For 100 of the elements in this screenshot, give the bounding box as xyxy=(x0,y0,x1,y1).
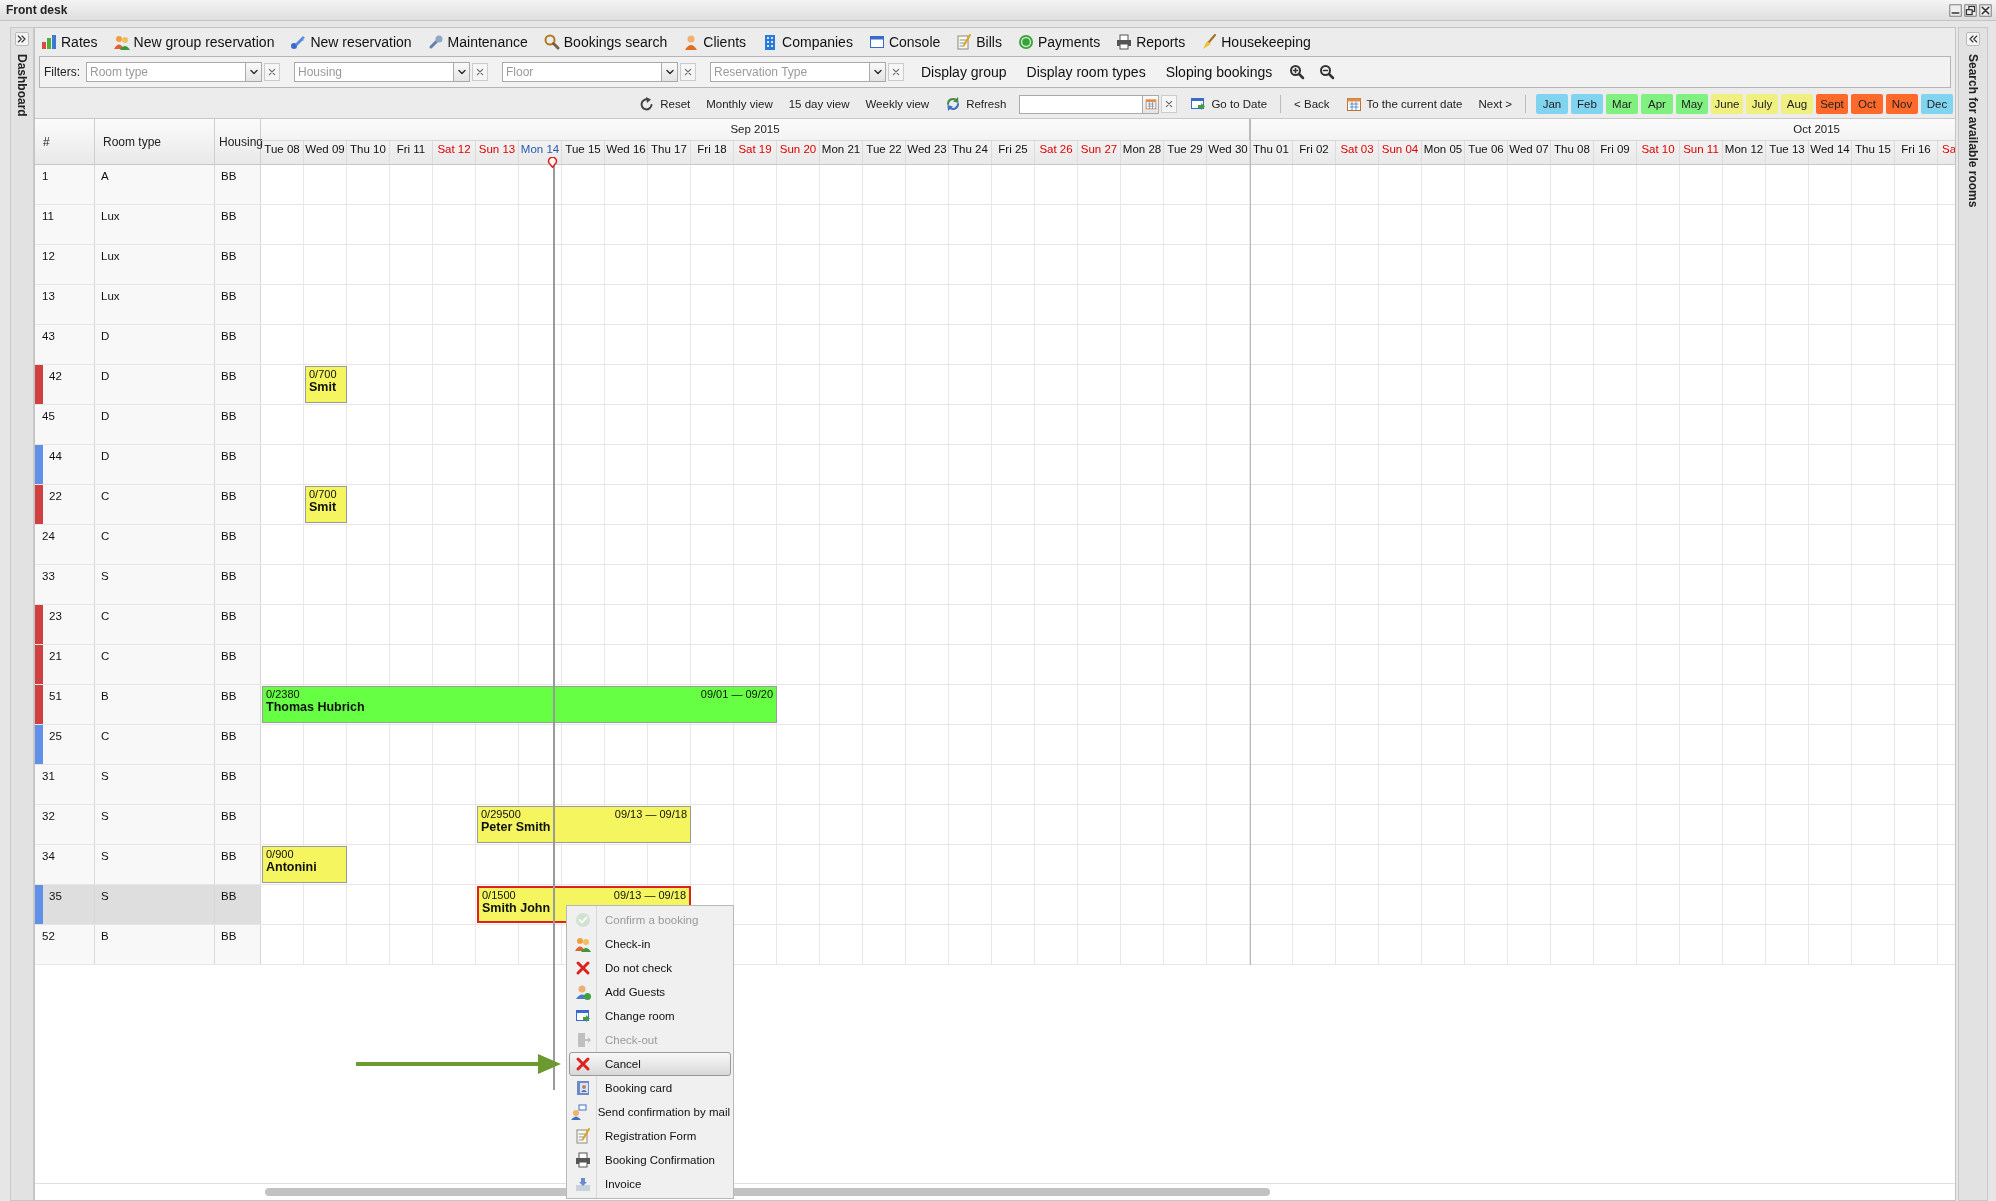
menu-item[interactable]: Do not check xyxy=(569,956,731,980)
toolbar-button[interactable]: New reservation xyxy=(288,32,414,52)
booking-bar[interactable]: 0/700 Smit xyxy=(305,486,347,523)
toolbar-button[interactable]: Companies xyxy=(760,32,855,52)
booking-amount: 0/700 xyxy=(309,488,337,500)
room-cell[interactable]: 32 xyxy=(35,805,95,844)
month-button[interactable]: May xyxy=(1676,94,1708,114)
menu-item[interactable]: Booking Confirmation xyxy=(569,1148,731,1172)
toolbar-button[interactable]: New group reservation xyxy=(111,32,277,52)
toolbar-button[interactable]: Rates xyxy=(39,32,100,52)
month-button[interactable]: June xyxy=(1711,94,1743,114)
toolbar-button[interactable]: Housekeeping xyxy=(1199,32,1313,52)
room-cell[interactable]: 11 xyxy=(35,205,95,244)
month-button[interactable]: Jan xyxy=(1536,94,1568,114)
room-cell[interactable]: 22 xyxy=(35,485,95,524)
month-button[interactable]: Dec xyxy=(1921,94,1953,114)
room-cell[interactable]: 52 xyxy=(35,925,95,964)
booking-bar[interactable]: 0/29500 09/13 — 09/18 Peter Smith xyxy=(477,806,691,843)
view-button[interactable]: Monthly view xyxy=(703,96,776,112)
clear-button[interactable] xyxy=(264,63,280,81)
room-cell[interactable]: 31 xyxy=(35,765,95,804)
room-cell[interactable]: 21 xyxy=(35,645,95,684)
column-header[interactable]: # xyxy=(35,119,95,164)
room-number: 44 xyxy=(48,449,62,462)
search-rooms-panel[interactable]: Search for available rooms xyxy=(1958,27,1988,1201)
filter-field[interactable]: Floor xyxy=(502,62,662,82)
month-button[interactable]: Nov xyxy=(1886,94,1918,114)
booking-bar[interactable]: 0/900 Antonini xyxy=(262,846,347,883)
month-button[interactable]: Mar xyxy=(1606,94,1638,114)
tray-icon xyxy=(575,1176,591,1192)
dashboard-panel[interactable]: Dashboard xyxy=(10,27,34,1201)
view-button[interactable]: Reset xyxy=(636,94,694,114)
clear-button[interactable] xyxy=(1161,95,1178,113)
view-button[interactable]: 15 day view xyxy=(785,96,853,112)
date-picker-button[interactable] xyxy=(1143,94,1160,114)
month-button[interactable]: Oct xyxy=(1851,94,1883,114)
room-cell[interactable]: 44 xyxy=(35,445,95,484)
toolbar-button[interactable]: Display group xyxy=(918,62,1010,82)
room-cell[interactable]: 13 xyxy=(35,285,95,324)
menu-item[interactable]: Invoice xyxy=(569,1172,731,1196)
month-button[interactable]: Apr xyxy=(1641,94,1673,114)
room-cell[interactable]: 1 xyxy=(35,165,95,204)
room-cell[interactable]: 34 xyxy=(35,845,95,884)
clear-button[interactable] xyxy=(472,63,488,81)
back-button[interactable]: < Back xyxy=(1291,96,1333,112)
menu-item[interactable]: Cancel xyxy=(569,1052,731,1076)
room-cell[interactable]: 33 xyxy=(35,565,95,604)
month-button[interactable]: Aug xyxy=(1781,94,1813,114)
toolbar-button[interactable]: Reports xyxy=(1114,32,1188,52)
current-date-button[interactable]: To the current date xyxy=(1342,94,1466,114)
clear-button[interactable] xyxy=(680,63,696,81)
booking-bar[interactable]: 0/700 Smit xyxy=(305,366,347,403)
toolbar-button[interactable]: Bookings search xyxy=(541,32,670,52)
toolbar-button[interactable]: Console xyxy=(866,32,943,52)
room-type: D xyxy=(100,449,110,462)
clear-button[interactable] xyxy=(888,63,904,81)
month-button[interactable]: Feb xyxy=(1571,94,1603,114)
month-button[interactable]: Sept xyxy=(1816,94,1848,114)
filter-field[interactable]: Housing xyxy=(294,62,454,82)
next-button[interactable]: Next > xyxy=(1475,96,1515,112)
booking-amount: 0/2380 xyxy=(266,688,300,700)
toolbar-button[interactable]: Maintenance xyxy=(425,32,530,52)
room-cell[interactable]: 43 xyxy=(35,325,95,364)
toolbar-button[interactable]: Sloping bookings xyxy=(1162,62,1276,82)
dropdown-button[interactable] xyxy=(246,62,262,82)
room-cell[interactable]: 42 xyxy=(35,365,95,404)
booking-bar[interactable]: 0/2380 09/01 — 09/20 Thomas Hubrich xyxy=(262,686,777,723)
room-cell[interactable]: 24 xyxy=(35,525,95,564)
view-button[interactable]: Refresh xyxy=(942,94,1010,114)
room-cell[interactable]: 23 xyxy=(35,605,95,644)
menu-item[interactable]: Check-in xyxy=(569,932,731,956)
month-button[interactable]: July xyxy=(1746,94,1778,114)
menu-item[interactable]: Send confirmation by mail xyxy=(569,1100,731,1124)
room-cell[interactable]: 45 xyxy=(35,405,95,444)
room-cell[interactable]: 25 xyxy=(35,725,95,764)
date-field[interactable] xyxy=(1019,94,1144,114)
toolbar-button[interactable]: Bills xyxy=(954,32,1004,52)
toolbar-button[interactable]: Payments xyxy=(1015,32,1103,52)
filter-field[interactable]: Reservation Type xyxy=(710,62,870,82)
room-cell[interactable]: 51 xyxy=(35,685,95,724)
menu-item[interactable]: Add Guests xyxy=(569,980,731,1004)
room-type: D xyxy=(100,369,110,382)
toolbar-button[interactable]: Clients xyxy=(681,32,749,52)
view-button[interactable]: Weekly view xyxy=(862,96,933,112)
dropdown-button[interactable] xyxy=(870,62,886,82)
menu-item[interactable]: Change room xyxy=(569,1004,731,1028)
room-type: C xyxy=(100,609,110,622)
dropdown-button[interactable] xyxy=(662,62,678,82)
column-header[interactable]: Housing xyxy=(215,119,261,164)
go-to-date-button[interactable]: Go to Date xyxy=(1187,94,1271,114)
toolbar-button[interactable]: Display room types xyxy=(1023,62,1149,82)
room-type: B xyxy=(100,929,109,942)
day-header: Sun 13 xyxy=(476,141,519,164)
filter-field[interactable]: Room type xyxy=(86,62,246,82)
room-cell[interactable]: 35 xyxy=(35,885,95,924)
column-header[interactable]: Room type xyxy=(95,119,215,164)
room-cell[interactable]: 12 xyxy=(35,245,95,284)
menu-item[interactable]: Booking card xyxy=(569,1076,731,1100)
menu-item[interactable]: Registration Form xyxy=(569,1124,731,1148)
dropdown-button[interactable] xyxy=(454,62,470,82)
